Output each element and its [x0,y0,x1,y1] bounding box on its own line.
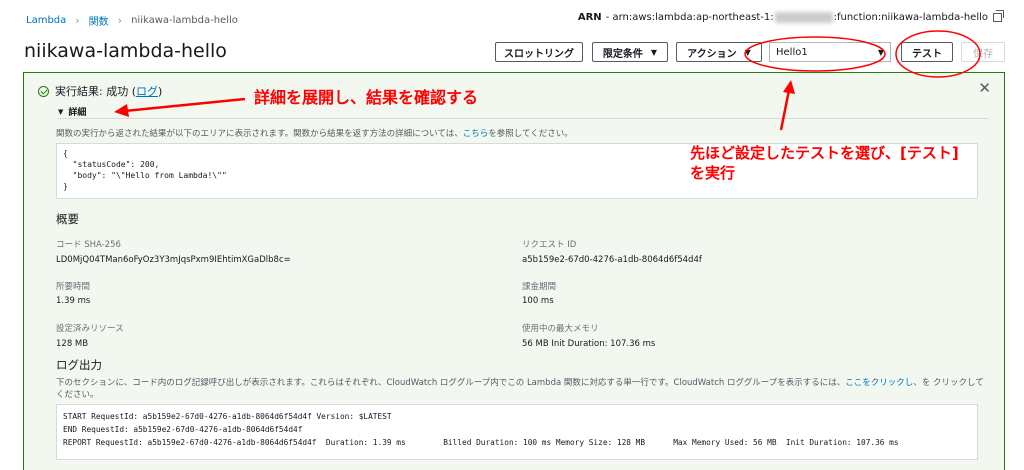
result-heading-text: 実行結果: 成功 ( [55,85,136,98]
annotation-test-note-1: 先ほど設定したテストを選び、[テスト] [690,144,959,162]
summary-title: 概要 [56,212,79,226]
throttle-label: スロットリング [504,48,574,60]
success-check-icon [38,85,49,97]
qualifiers-label: 限定条件 [602,48,643,60]
arn-prefix: - arn:aws:lambda:ap-northeast-1: [605,12,774,23]
result-description-text: 関数の実行から返された結果が以下のエリアに表示されます。関数から結果を返す方法の… [56,129,463,139]
divider [58,118,988,119]
billed-duration-value: 100 ms [522,296,554,306]
throttle-button[interactable]: スロットリング [495,42,583,62]
redacted-account-id [774,12,833,23]
caret-down-icon: ▼ [650,47,658,57]
annotation-test-note-2: を実行 [690,164,736,182]
duration-label: 所要時間 [56,282,91,292]
qualifiers-button[interactable]: 限定条件 ▼ [592,42,668,62]
log-output-box[interactable]: START RequestId: a5b159e2-67d0-4276-a1db… [56,404,978,460]
arn-suffix: :function:niikawa-lambda-hello [833,12,988,23]
max-memory-label: 使用中の最大メモリ [522,324,599,334]
caret-down-icon: ▼ [877,47,884,57]
breadcrumb: Lambda › 関数 › niikawa-lambda-hello [26,13,238,28]
result-heading-end: ) [158,84,163,98]
result-description-end: を参照してください。 [488,129,573,139]
test-event-value: Hello1 [776,46,808,58]
breadcrumb-lambda[interactable]: Lambda [26,15,66,26]
docs-link[interactable]: こちら [463,129,489,139]
billed-duration-label: 課金期間 [522,282,557,292]
caret-down-icon: ▼ [58,107,64,116]
cloudwatch-link[interactable]: ここをクリックし [845,378,913,388]
log-output-description-text: 下のセクションに、コード内のログ記録呼び出しが表示されます。これらはそれぞれ、C… [56,378,846,388]
log-link[interactable]: ログ [136,83,158,99]
test-event-select[interactable]: Hello1 ▼ [769,42,891,62]
resources-label: 設定済みリソース [56,324,124,334]
page-title: niikawa-lambda-hello [24,40,227,62]
save-label: 保存 [973,48,993,60]
arn-label: ARN [577,12,602,23]
save-button[interactable]: 保存 [961,42,1005,62]
log-output-title: ログ出力 [56,358,102,372]
test-label: テスト [912,48,942,60]
breadcrumb-current: niikawa-lambda-hello [131,15,238,26]
details-label: 詳細 [68,108,87,118]
request-id-value: a5b159e2-67d0-4276-a1db-8064d6f54d4f [522,255,702,265]
caret-down-icon: ▼ [744,47,751,57]
details-toggle[interactable]: ▼ 詳細 [58,105,87,119]
top-bar: Lambda › 関数 › niikawa-lambda-hello ARN -… [0,0,1024,38]
code-sha-value: LD0MjQ04TMan6oFyOz3Y3mJqsPxm9IEhtimXGaDl… [56,255,291,265]
annotation-details-note: 詳細を展開し、結果を確認する [254,88,479,107]
arn-display: ARN - arn:aws:lambda:ap-northeast-1: :fu… [577,10,1004,23]
log-output-description: 下のセクションに、コード内のログ記録呼び出しが表示されます。これらはそれぞれ、C… [56,377,986,401]
test-button[interactable]: テスト [901,42,953,62]
max-memory-value: 56 MB Init Duration: 107.36 ms [522,339,656,349]
resources-value: 128 MB [56,339,89,349]
copy-icon[interactable] [993,10,1004,22]
execution-result-panel: 実行結果: 成功 (ログ) ✕ ▼ 詳細 関数の実行から返された結果が以下のエリ… [23,72,1005,470]
breadcrumb-functions[interactable]: 関数 [89,13,109,28]
actions-label: アクション [687,48,737,60]
chevron-right-icon: › [75,14,80,27]
result-heading: 実行結果: 成功 (ログ) [38,83,162,99]
request-id-label: リクエスト ID [522,240,577,250]
actions-button[interactable]: アクション ▼ [676,42,762,62]
duration-value: 1.39 ms [56,296,91,306]
close-icon[interactable]: ✕ [978,79,991,97]
code-sha-label: コード SHA-256 [56,240,121,250]
chevron-right-icon: › [117,14,123,27]
result-description: 関数の実行から返された結果が以下のエリアに表示されます。関数から結果を返す方法の… [56,127,573,139]
